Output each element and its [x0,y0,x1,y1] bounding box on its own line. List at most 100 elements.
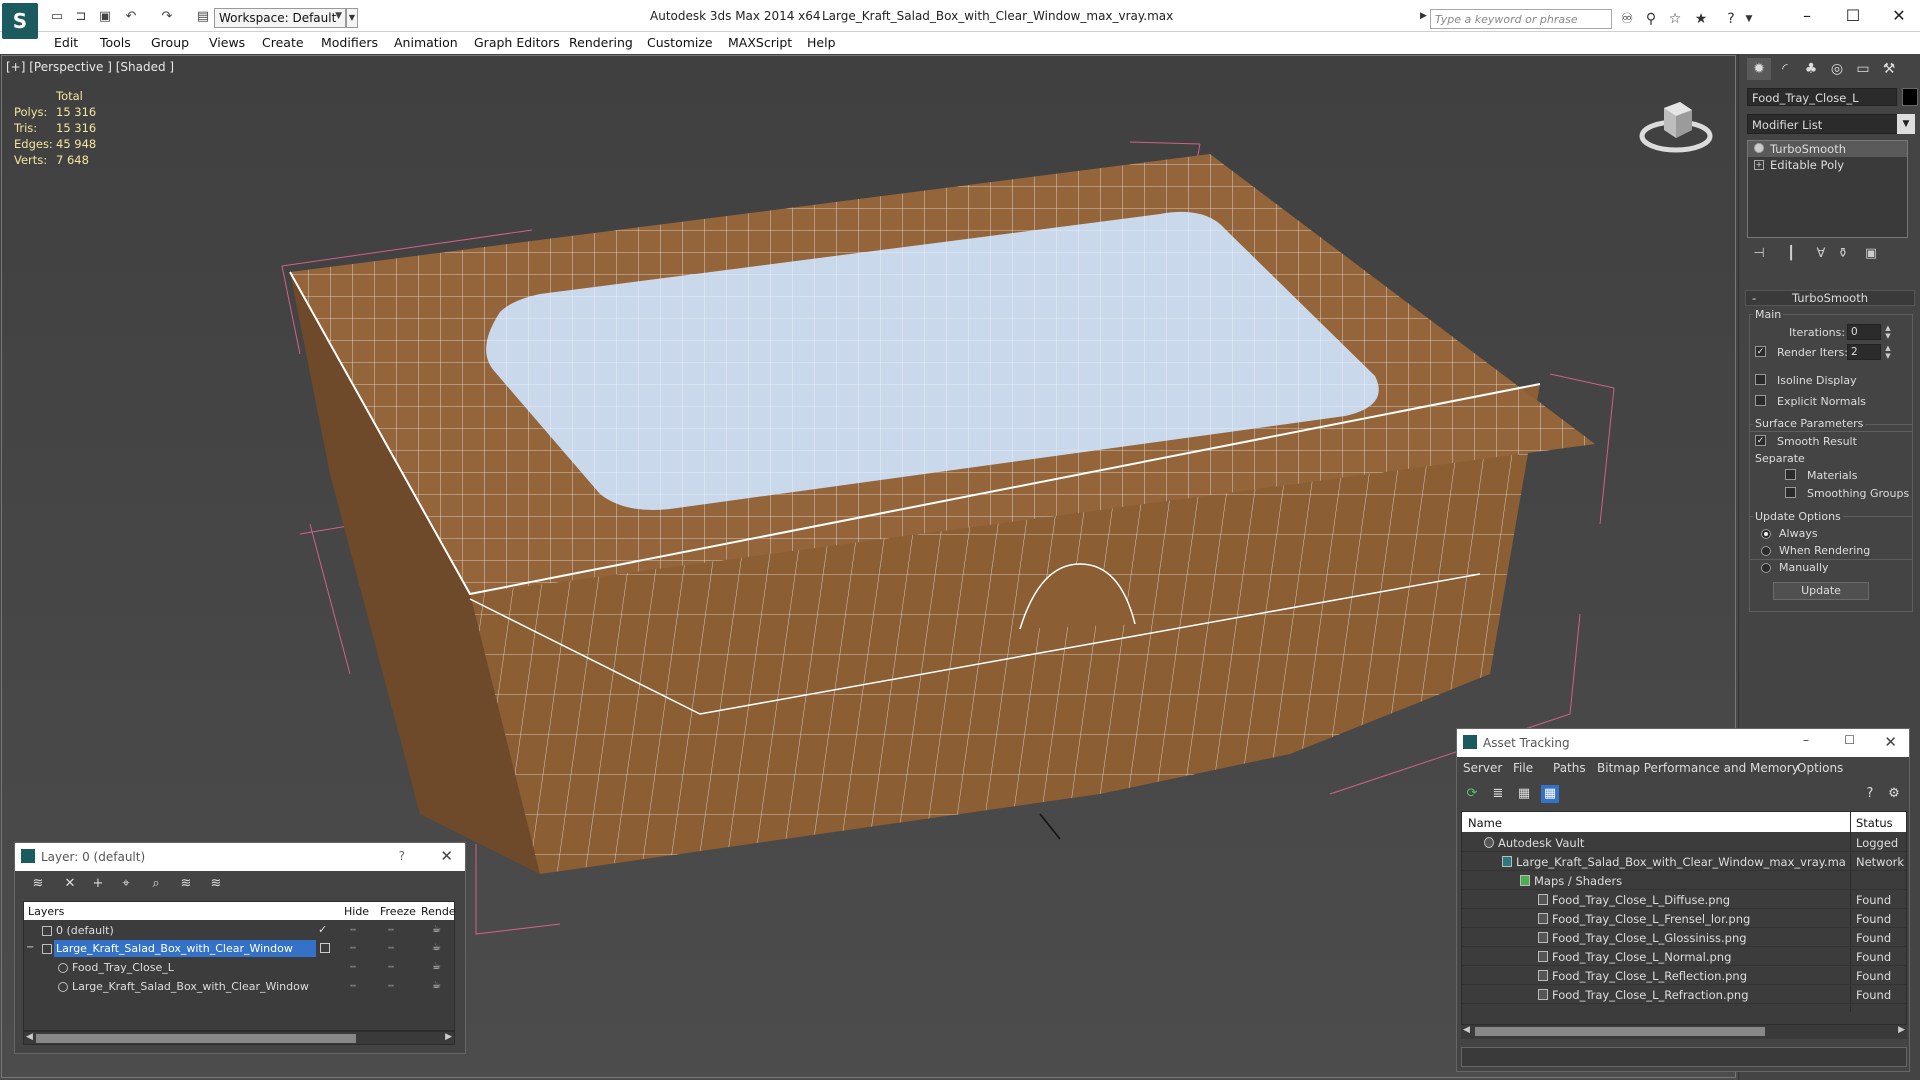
iterations-spinner[interactable]: 0 [1847,324,1881,340]
search-input[interactable]: Type a keyword or phrase [1430,9,1612,29]
maximize-button[interactable]: ☐ [1830,4,1876,28]
menu-group[interactable]: Group [151,35,189,50]
modify-tab-icon[interactable]: ◜ [1773,58,1797,80]
when-rendering-radio[interactable] [1761,546,1771,556]
menu-file[interactable]: File [1513,761,1533,775]
turbosmooth-rollout-header[interactable]: - TurboSmooth [1745,290,1915,306]
asset-row[interactable]: Large_Kraft_Salad_Box_with_Clear_Window_… [1462,852,1906,871]
stack-item-editable-poly[interactable]: + Editable Poly [1748,157,1907,173]
menu-bitmap-performance[interactable]: Bitmap Performance and Memory [1597,761,1799,775]
workspace-dropdown[interactable]: Workspace: Default ▼ [214,8,346,28]
expand-icon[interactable]: + [1754,160,1764,170]
create-tab-icon[interactable]: ✹ [1747,58,1771,80]
maximize-icon[interactable]: ☐ [1844,733,1855,747]
close-icon[interactable]: ✕ [440,847,453,865]
display-tab-icon[interactable]: ▭ [1851,58,1875,80]
asset-row[interactable]: Autodesk Vault Logged [1462,833,1906,852]
layer-row[interactable]: − Large_Kraft_Salad_Box_with_Clear_Windo… [24,940,454,958]
new-layer-icon[interactable]: ≋ [29,876,47,892]
explicit-normals-checkbox[interactable] [1755,395,1766,406]
refresh-icon[interactable]: ⟳ [1463,785,1481,803]
help-icon[interactable]: ? [1861,785,1879,803]
add-to-layer-icon[interactable]: + [89,876,107,892]
freeze-toggle[interactable]: ┅ [388,943,394,954]
menu-paths[interactable]: Paths [1553,761,1586,775]
scroll-thumb[interactable] [1475,1027,1765,1036]
undo-icon[interactable]: ↶ [122,8,140,24]
render-iters-spinner[interactable]: 2 [1847,344,1881,360]
lightbulb-icon[interactable] [1754,143,1764,153]
menu-rendering[interactable]: Rendering [569,35,633,50]
hide-all-icon[interactable]: ≋ [177,876,195,892]
communication-center-icon[interactable]: ⚲ [1642,10,1660,28]
spinner-arrows-icon[interactable]: ▲ ▼ [1883,324,1893,340]
star-filled-icon[interactable]: ★ [1692,10,1710,28]
new-file-icon[interactable]: ▭ [48,8,66,24]
spinner-arrows-icon[interactable]: ▲ ▼ [1883,344,1893,360]
materials-checkbox[interactable] [1785,469,1796,480]
stack-item-turbosmooth[interactable]: TurboSmooth [1748,141,1907,157]
list-view-icon[interactable]: ≣ [1489,785,1507,803]
col-status[interactable]: Status [1856,816,1893,830]
col-name[interactable]: Name [1468,816,1502,830]
settings-icon[interactable]: ⚙ [1885,785,1903,803]
redo-icon[interactable]: ↷ [158,8,176,24]
dialog-title-bar[interactable]: Layer: 0 (default) ? ✕ [15,843,465,871]
freeze-toggle[interactable]: ┅ [388,925,394,936]
manually-radio[interactable] [1761,563,1771,573]
scroll-right-icon[interactable]: ▶ [445,1032,452,1042]
close-icon[interactable]: ✕ [1884,733,1897,751]
menu-create[interactable]: Create [262,35,304,50]
scroll-right-icon[interactable]: ▶ [1898,1025,1905,1035]
asset-row[interactable]: Food_Tray_Close_L_Frensel_lor.png Found [1462,909,1906,928]
collapse-icon[interactable]: − [26,942,34,953]
hide-toggle[interactable]: ┅ [350,962,356,973]
open-file-icon[interactable]: ⊐ [72,8,90,24]
object-color-swatch[interactable] [1902,88,1918,106]
help-icon[interactable]: ? [1722,10,1740,28]
configure-sets-icon[interactable]: ▣ [1861,244,1881,264]
select-objects-icon[interactable]: ⌖ [117,876,135,892]
render-teapot-icon[interactable]: ☕ [432,980,441,991]
thumbnail-view-icon[interactable]: ▦ [1515,785,1533,803]
render-teapot-icon[interactable]: ☕ [432,961,441,972]
col-hide[interactable]: Hide [344,905,369,918]
project-folder-icon[interactable]: ▤ [194,8,212,24]
asset-row[interactable]: Food_Tray_Close_L_Glossiniss.png Found [1462,928,1906,947]
horizontal-scrollbar[interactable]: ◀ ▶ [23,1031,455,1045]
menu-graph-editors[interactable]: Graph Editors [474,35,560,50]
menu-server[interactable]: Server [1463,761,1502,775]
motion-tab-icon[interactable]: ◎ [1825,58,1849,80]
menu-tools[interactable]: Tools [100,35,131,50]
freeze-toggle[interactable]: ┅ [388,962,394,973]
pin-stack-icon[interactable]: ⊣ [1749,244,1769,264]
smoothing-groups-checkbox[interactable] [1785,487,1796,498]
object-name-field[interactable]: Food_Tray_Close_L [1747,88,1897,106]
layer-row[interactable]: 0 (default) ✓ ┅ ┅ ☕ [24,922,454,940]
scroll-left-icon[interactable]: ◀ [26,1032,33,1042]
minimize-button[interactable]: – [1784,4,1830,28]
asset-row[interactable]: Food_Tray_Close_L_Refraction.png Found [1462,985,1906,1004]
menu-customize[interactable]: Customize [647,35,713,50]
render-teapot-icon[interactable]: ☕ [432,924,441,935]
isoline-display-checkbox[interactable] [1755,374,1766,385]
asset-row[interactable]: Food_Tray_Close_L_Diffuse.png Found [1462,890,1906,909]
menu-options[interactable]: Options [1797,761,1843,775]
table-view-icon[interactable]: ▦ [1541,785,1559,803]
highlight-layer-icon[interactable]: ⌕ [147,876,165,892]
current-layer-check-icon[interactable]: ✓ [318,923,327,936]
workspace-menu-arrow[interactable]: ▼ [346,8,358,28]
layer-row[interactable]: Food_Tray_Close_L ┅ ┅ ☕ [24,959,454,977]
layer-row[interactable]: Large_Kraft_Salad_Box_with_Clear_Window … [24,978,454,996]
hide-toggle[interactable]: ┅ [350,925,356,936]
remove-modifier-icon[interactable]: ⚱ [1833,244,1853,264]
app-logo-button[interactable]: S [2,3,38,39]
binoculars-icon[interactable]: ♾ [1618,10,1636,28]
render-iters-checkbox[interactable]: ✓ [1755,346,1766,357]
col-render[interactable]: Render [421,905,455,918]
smooth-result-checkbox[interactable]: ✓ [1755,435,1766,446]
help-icon[interactable]: ? [399,849,405,863]
menu-views[interactable]: Views [209,35,245,50]
star-icon[interactable]: ☆ [1666,10,1684,28]
menu-modifiers[interactable]: Modifiers [321,35,378,50]
